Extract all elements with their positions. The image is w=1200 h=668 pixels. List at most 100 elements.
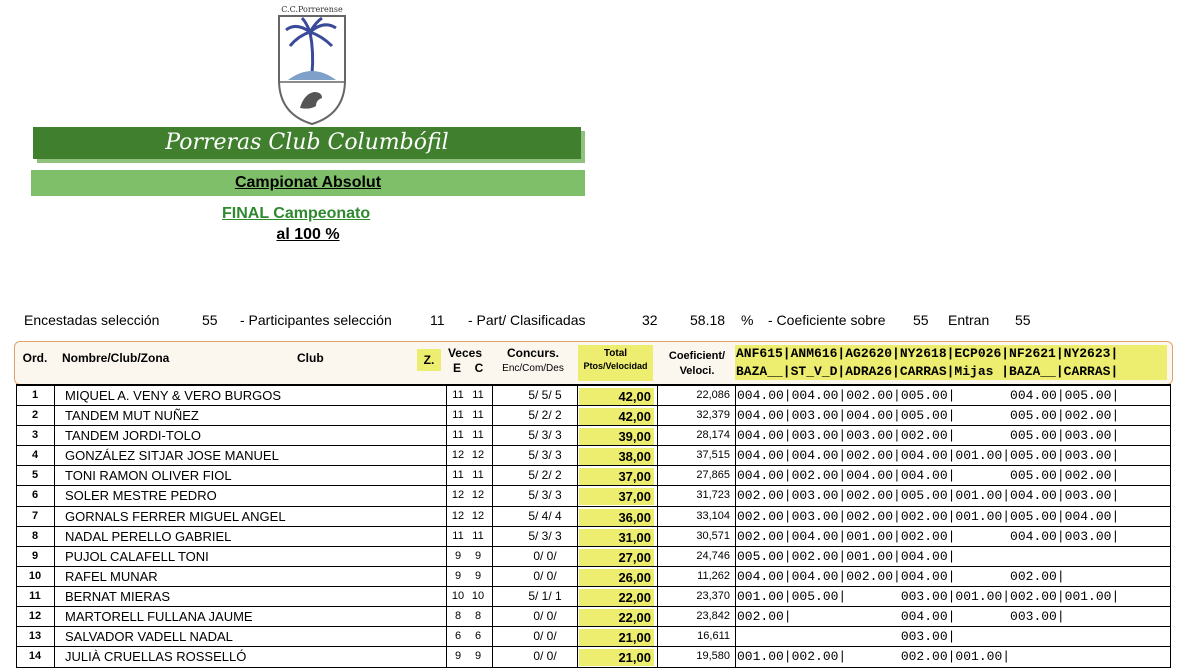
row-name: GONZÁLEZ SITJAR JOSE MANUEL [65, 448, 279, 464]
row-ord: 1 [31, 389, 39, 401]
coeficiente-value: 55 [913, 312, 929, 328]
header-coef-sub: Veloci. [679, 365, 715, 377]
row-veces-c: 9 [474, 569, 482, 582]
row-veces-e: 11 [452, 389, 464, 401]
row-points: 37,00 [579, 468, 654, 486]
row-coeficient: 23,842 [696, 610, 730, 623]
header-coef: Coeficient/ [668, 350, 726, 362]
championship-banner: Campionat Absolut al 100 % [31, 170, 585, 243]
table-row: 4 GONZÁLEZ SITJAR JOSE MANUEL 12 12 5/ 3/ 3 3… [17, 446, 1170, 467]
row-veces-e: 12 [451, 509, 465, 522]
row-name: RAFEL MUNAR [65, 568, 158, 584]
row-concurs: 0/ 0/ [533, 568, 557, 583]
row-results: 004.00|003.00|004.00|005.00| 005.00|002.… [737, 408, 1120, 424]
race-codes-line1: ANF615|ANM616|AG2620|NY2618|ECP026|NF262… [736, 346, 1119, 361]
row-veces-e: 9 [454, 549, 462, 562]
row-points: 42,00 [579, 388, 654, 405]
row-points: 22,00 [579, 588, 654, 606]
championship-title-part2: al 100 % [276, 226, 340, 243]
participantes-value: 11 [430, 312, 445, 328]
row-concurs: 5/ 3/ 3 [528, 448, 562, 463]
row-results: 004.00|004.00|002.00|005.00| 004.00|005.… [737, 388, 1120, 403]
row-concurs: 5/ 5/ 5 [528, 388, 562, 402]
row-concurs: 5/ 2/ 2 [528, 408, 562, 423]
header-race-codes: ANF615|ANM616|AG2620|NY2618|ECP026|NF262… [735, 345, 1167, 380]
table-row: 6 SOLER MESTRE PEDRO 12 12 5/ 3/ 3 37,00 31,72… [17, 486, 1170, 507]
row-points: 21,00 [579, 629, 654, 647]
row-ord: 7 [31, 509, 39, 522]
row-points: 39,00 [579, 428, 654, 446]
row-veces-e: 9 [454, 650, 462, 663]
row-results: 002.00|003.00|002.00|002.00|001.00|005.0… [737, 508, 1120, 524]
row-name: PUJOL CALAFELL TONI [65, 548, 209, 564]
palm-pigeon-shield-icon: C.C.Porrerense [278, 5, 346, 126]
coeficiente-label: - Coeficiente sobre [768, 312, 886, 328]
row-concurs: 0/ 0/ [533, 548, 557, 563]
header-club: Club [297, 351, 324, 365]
table-row: 10 RAFEL MUNAR 9 9 0/ 0/26,00 11,262 004.00|00… [17, 567, 1170, 587]
header-concurs: Concurs. [506, 346, 559, 360]
row-veces-c: 12 [471, 509, 485, 522]
encestadas-value: 55 [202, 312, 218, 328]
table-row: 12 MARTORELL FULLANA JAUME 8 8 0/ 0/22,00 23,… [17, 607, 1170, 628]
row-ord: 13 [28, 630, 42, 643]
table-row: 8 NADAL PERELLO GABRIEL 11 11 5/ 3/ 3 31,00 30… [17, 527, 1170, 547]
row-results: 002.00| 004.00| 003.00| [737, 609, 1065, 625]
table-row: 2 TANDEM MUT NUÑEZ 11 11 5/ 2/ 2 42,00 32,379 0… [17, 406, 1170, 427]
row-veces-c: 8 [474, 610, 482, 623]
row-points: 42,00 [579, 408, 654, 426]
row-name: SOLER MESTRE PEDRO [65, 488, 217, 504]
encestadas-label: Encestadas selección [24, 312, 160, 328]
participantes-label: - Participantes selección [240, 312, 392, 328]
header-total-box: Total Ptos/Velocidad [578, 345, 653, 381]
row-coeficient: 16,611 [697, 630, 730, 643]
row-name: MIQUEL A. VENY & VERO BURGOS [65, 388, 282, 403]
row-points: 26,00 [579, 568, 654, 586]
row-coeficient: 28,174 [696, 429, 730, 442]
row-name: NADAL PERELLO GABRIEL [65, 528, 232, 544]
header-veces-c: C [474, 361, 484, 375]
row-name: JULIÀ CRUELLAS ROSSELLÓ [65, 649, 247, 665]
row-coeficient: 23,370 [696, 589, 730, 602]
row-ord: 3 [31, 429, 39, 442]
row-results: 004.00|004.00|002.00|004.00| 002.00| [737, 568, 1065, 584]
table-row: 7 GORNALS FERRER MIGUEL ANGEL 12 12 5/ 4/ 4 3… [17, 507, 1170, 527]
row-name: BERNAT MIERAS [65, 588, 170, 604]
row-concurs: 5/ 4/ 4 [528, 508, 562, 523]
row-veces-e: 8 [454, 610, 462, 623]
row-points: 21,00 [579, 649, 654, 667]
row-ord: 12 [28, 610, 42, 623]
table-row: 3 TANDEM JORDI-TOLO 11 11 5/ 3/ 3 39,00 28,174… [17, 426, 1170, 447]
row-results: 001.00|002.00| 002.00|001.00| [737, 649, 1011, 665]
row-veces-e: 9 [454, 569, 462, 582]
header-concurs-sub: Enc/Com/Des [502, 363, 564, 374]
row-concurs: 0/ 0/ [533, 629, 557, 644]
row-concurs: 0/ 0/ [533, 609, 557, 624]
row-points: 31,00 [579, 528, 654, 546]
header-total-sub: Ptos/Velocidad [583, 361, 648, 371]
table-row: 1 MIQUEL A. VENY & VERO BURGOS 11 11 5/ 5/ 5… [17, 386, 1170, 407]
row-veces-c: 6 [474, 630, 482, 643]
row-veces-c: 11 [472, 529, 484, 542]
club-title-banner: Porreras Club Columbófil [33, 127, 581, 159]
table-row: 14 JULIÀ CRUELLAS ROSSELLÓ 9 9 0/ 0/21,00 19,… [17, 647, 1170, 667]
row-points: 27,00 [579, 548, 654, 566]
row-veces-c: 10 [471, 589, 485, 602]
percent-sign: % [741, 312, 754, 328]
row-veces-c: 9 [474, 549, 482, 562]
club-title: Porreras Club Columbófil [165, 130, 449, 155]
row-points: 38,00 [579, 448, 654, 466]
row-veces-e: 12 [451, 449, 465, 462]
table-row: 5 TONI RAMON OLIVER FIOL 11 11 5/ 2/ 2 37,00 2… [17, 466, 1170, 487]
race-codes-line2: BAZA__|ST_V_D|ADRA26|CARRAS|Mijas |BAZA_… [736, 364, 1119, 379]
row-name: SALVADOR VADELL NADAL [65, 629, 233, 645]
row-veces-c: 12 [471, 489, 485, 502]
row-veces-e: 12 [451, 489, 465, 502]
row-points: 22,00 [579, 609, 654, 627]
row-veces-e: 11 [452, 409, 464, 422]
row-results: 004.00|004.00|002.00|004.00|001.00|005.0… [737, 448, 1120, 464]
row-results: 002.00|003.00|002.00|005.00|001.00|004.0… [737, 488, 1120, 504]
results-table: 1 MIQUEL A. VENY & VERO BURGOS 11 11 5/ 5/ 5… [16, 384, 1171, 668]
row-concurs: 5/ 3/ 3 [528, 528, 562, 543]
final-campeonato-link[interactable]: FINAL Campeonato [222, 205, 370, 223]
